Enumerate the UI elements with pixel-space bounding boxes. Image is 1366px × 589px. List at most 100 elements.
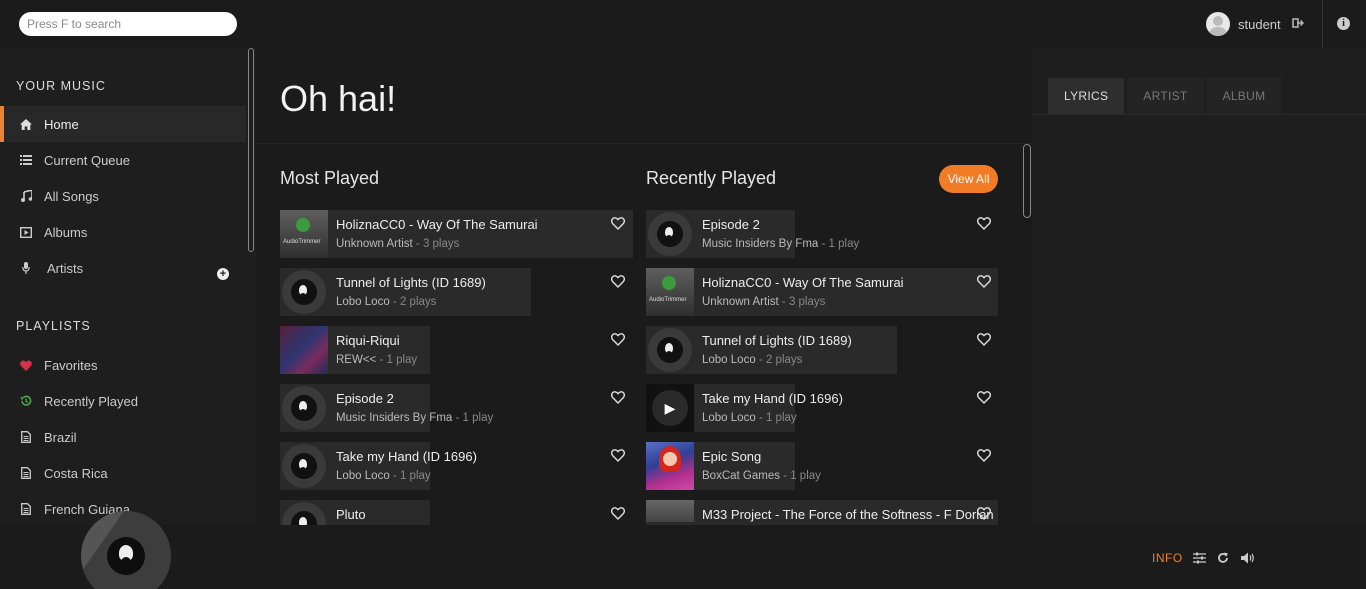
- list-item[interactable]: Tunnel of Lights (ID 1689) Lobo Loco - 2…: [646, 326, 999, 374]
- sidebar-item-albums[interactable]: Albums: [0, 214, 246, 250]
- volume-icon[interactable]: [1241, 552, 1255, 564]
- list-item[interactable]: Tunnel of Lights (ID 1689) Lobo Loco - 2…: [280, 268, 633, 316]
- album-art: [280, 384, 328, 432]
- microphone-icon: [19, 261, 33, 275]
- recently-played-heading: Recently Played: [646, 168, 777, 188]
- sidebar-scrollbar[interactable]: [246, 48, 256, 252]
- heart-icon[interactable]: [611, 275, 625, 288]
- divider: [1032, 114, 1366, 115]
- info-icon[interactable]: i: [1337, 17, 1350, 30]
- song-title: Riqui-Riqui: [336, 333, 400, 348]
- album-art: [280, 500, 328, 525]
- heart-icon[interactable]: [611, 217, 625, 230]
- song-title: Pluto: [336, 507, 366, 522]
- extra-tabs: LYRICS ARTIST ALBUM: [1048, 78, 1284, 114]
- heart-icon[interactable]: [611, 507, 625, 520]
- sidebar-item-label: Current Queue: [44, 152, 130, 168]
- user-menu[interactable]: student: [1206, 12, 1281, 36]
- sidebar-item-all-songs[interactable]: All Songs: [0, 178, 246, 214]
- song-title: Tunnel of Lights (ID 1689): [336, 275, 486, 290]
- album-icon: [19, 225, 33, 239]
- heart-icon[interactable]: [977, 507, 991, 520]
- song-title: Episode 2: [336, 391, 394, 406]
- heart-icon[interactable]: [977, 449, 991, 462]
- repeat-icon[interactable]: [1217, 552, 1231, 564]
- album-art: [646, 500, 694, 525]
- sidebar-item-brazil[interactable]: Brazil: [0, 419, 246, 455]
- your-music-heading: YOUR MUSIC: [16, 79, 106, 93]
- tab-lyrics[interactable]: LYRICS: [1048, 78, 1125, 114]
- heart-icon[interactable]: [977, 333, 991, 346]
- list-item[interactable]: AudioTrimmer HoliznaCC0 - Way Of The Sam…: [646, 268, 999, 316]
- tab-artist[interactable]: ARTIST: [1127, 78, 1204, 114]
- song-meta: Lobo Loco - 2 plays: [702, 354, 803, 366]
- list-item[interactable]: Episode 2 Music Insiders By Fma - 1 play: [646, 210, 999, 258]
- extra-panel: LYRICS ARTIST ALBUM: [1032, 48, 1366, 525]
- list-item[interactable]: M33 Project - The Force of the Softness …: [646, 500, 999, 525]
- song-title: Take my Hand (ID 1696): [336, 449, 477, 464]
- album-art: [646, 210, 694, 258]
- tab-album[interactable]: ALBUM: [1206, 78, 1282, 114]
- sidebar-item-label: Artists: [47, 260, 84, 276]
- song-meta: Unknown Artist - 3 plays: [336, 238, 460, 250]
- heart-icon[interactable]: [611, 391, 625, 404]
- list-item[interactable]: Take my Hand (ID 1696) Lobo Loco - 1 pla…: [280, 442, 633, 490]
- list-item[interactable]: Epic Song BoxCat Games - 1 play: [646, 442, 999, 490]
- search-input[interactable]: [19, 12, 237, 36]
- playlists-heading: PLAYLISTS: [16, 319, 91, 333]
- song-title: HoliznaCC0 - Way Of The Samurai: [336, 217, 538, 232]
- album-art: [280, 268, 328, 316]
- list-item[interactable]: Riqui-Riqui REW<< - 1 play: [280, 326, 633, 374]
- album-art: [280, 442, 328, 490]
- play-icon[interactable]: ▶: [652, 390, 688, 426]
- list-item[interactable]: Pluto: [280, 500, 633, 525]
- heart-icon[interactable]: [611, 449, 625, 462]
- sidebar-item-label: Albums: [44, 224, 88, 240]
- info-toggle[interactable]: INFO: [1152, 551, 1183, 565]
- add-playlist-button[interactable]: +: [217, 268, 229, 280]
- main-scrollbar[interactable]: [1022, 144, 1032, 218]
- sidebar-item-home[interactable]: Home: [0, 106, 246, 142]
- file-icon: [19, 466, 33, 480]
- sidebar-item-current-queue[interactable]: Current Queue: [0, 142, 246, 178]
- sidebar: YOUR MUSIC Home Current Queue All Songs …: [0, 48, 246, 525]
- now-playing-cover[interactable]: [81, 511, 171, 589]
- logout-icon[interactable]: [1292, 17, 1306, 31]
- history-icon: [19, 394, 33, 408]
- top-divider: [1322, 0, 1323, 48]
- heart-icon[interactable]: [977, 391, 991, 404]
- list-item[interactable]: Episode 2 Music Insiders By Fma - 1 play: [280, 384, 633, 432]
- sidebar-item-label: Brazil: [44, 429, 77, 445]
- heart-icon[interactable]: [611, 333, 625, 346]
- song-meta: Lobo Loco - 2 plays: [336, 296, 437, 308]
- list-item[interactable]: AudioTrimmer HoliznaCC0 - Way Of The Sam…: [280, 210, 633, 258]
- avatar[interactable]: [1206, 12, 1230, 36]
- view-all-button[interactable]: View All: [939, 165, 998, 193]
- sidebar-item-recently-played[interactable]: Recently Played: [0, 383, 246, 419]
- list-icon: [19, 153, 33, 167]
- sidebar-item-favorites[interactable]: Favorites: [0, 347, 246, 383]
- heart-icon[interactable]: [977, 217, 991, 230]
- list-item[interactable]: ▶ Take my Hand (ID 1696) Lobo Loco - 1 p…: [646, 384, 999, 432]
- song-meta: BoxCat Games - 1 play: [702, 470, 821, 482]
- username[interactable]: student: [1238, 17, 1281, 32]
- heart-icon[interactable]: [977, 275, 991, 288]
- sidebar-item-costa-rica[interactable]: Costa Rica: [0, 455, 246, 491]
- sidebar-item-label: Costa Rica: [44, 465, 108, 481]
- album-art: ▶: [646, 384, 694, 432]
- song-meta: Lobo Loco - 1 play: [336, 470, 431, 482]
- sidebar-item-label: Home: [44, 116, 79, 132]
- most-played-heading: Most Played: [280, 168, 380, 188]
- music-note-icon: [19, 189, 33, 203]
- divider: [256, 143, 1032, 144]
- album-art: [646, 442, 694, 490]
- song-meta: REW<< - 1 play: [336, 354, 418, 366]
- song-meta: Lobo Loco - 1 play: [702, 412, 797, 424]
- sidebar-item-label: Favorites: [44, 357, 98, 373]
- album-art: [280, 326, 328, 374]
- album-art: AudioTrimmer: [280, 210, 328, 258]
- equalizer-icon[interactable]: [1193, 552, 1207, 564]
- main-content: Oh hai! Most Played Recently Played View…: [256, 48, 1032, 525]
- sidebar-item-artists[interactable]: Artists: [0, 250, 246, 286]
- song-title: HoliznaCC0 - Way Of The Samurai: [702, 275, 904, 290]
